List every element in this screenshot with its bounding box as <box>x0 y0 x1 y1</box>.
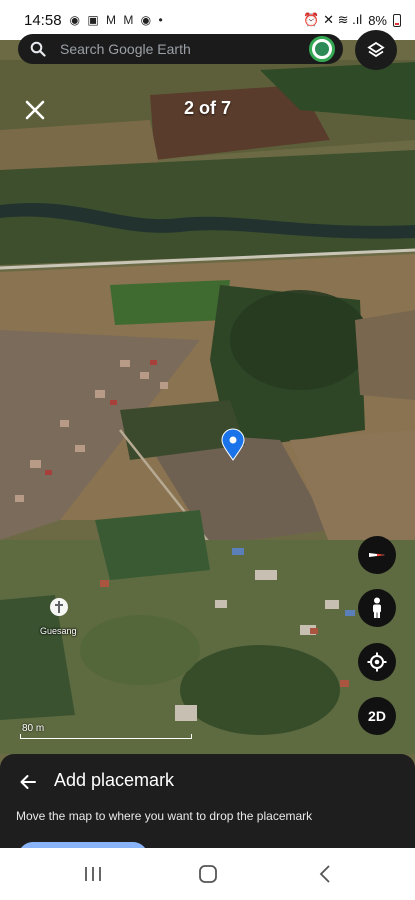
scale-label: 80 m <box>22 723 45 734</box>
search-bar[interactable]: Search Google Earth <box>18 34 343 64</box>
arrow-back-icon <box>20 775 36 789</box>
compass-icon <box>369 553 385 557</box>
back-chevron-icon <box>319 865 330 883</box>
scale-bar <box>20 734 192 739</box>
add-placemark-sheet: Add placemark Move the map to where you … <box>0 754 415 848</box>
battery-percent: 8% <box>368 12 387 28</box>
account-avatar[interactable] <box>309 36 335 62</box>
system-indicators: ⏰ ✕ ≋ .ıl 8% <box>303 12 401 28</box>
sheet-instructions: Move the map to where you want to drop t… <box>16 809 313 823</box>
layers-icon <box>367 41 385 58</box>
recent-apps-icon <box>85 867 101 881</box>
place-label: Guesang <box>40 626 77 636</box>
back-nav-button[interactable] <box>305 860 345 888</box>
locate-icon <box>367 652 387 672</box>
back-button[interactable] <box>16 770 40 794</box>
view-mode-toggle[interactable]: 2D <box>358 697 396 735</box>
close-icon <box>25 100 45 120</box>
pegman-icon <box>373 597 381 618</box>
home-button[interactable] <box>188 860 228 888</box>
church-icon[interactable] <box>50 598 68 616</box>
home-icon <box>199 865 217 883</box>
layers-button[interactable] <box>355 30 397 70</box>
street-view-button[interactable] <box>358 589 396 627</box>
avatar-image <box>315 42 329 56</box>
search-icon <box>30 41 46 57</box>
signal-icons: ⏰ ✕ ≋ .ıl <box>303 12 363 27</box>
system-nav-bar <box>0 848 415 900</box>
my-location-button[interactable] <box>358 643 396 681</box>
compass-button[interactable] <box>358 536 396 574</box>
close-button[interactable] <box>22 97 48 123</box>
battery-icon <box>393 13 401 27</box>
search-input[interactable]: Search Google Earth <box>60 41 309 57</box>
notification-icons: ◉ ▣ M M ◉ • <box>69 13 165 27</box>
sheet-title: Add placemark <box>54 770 175 790</box>
clock: 14:58 <box>24 11 62 29</box>
recent-apps-button[interactable] <box>73 860 113 888</box>
